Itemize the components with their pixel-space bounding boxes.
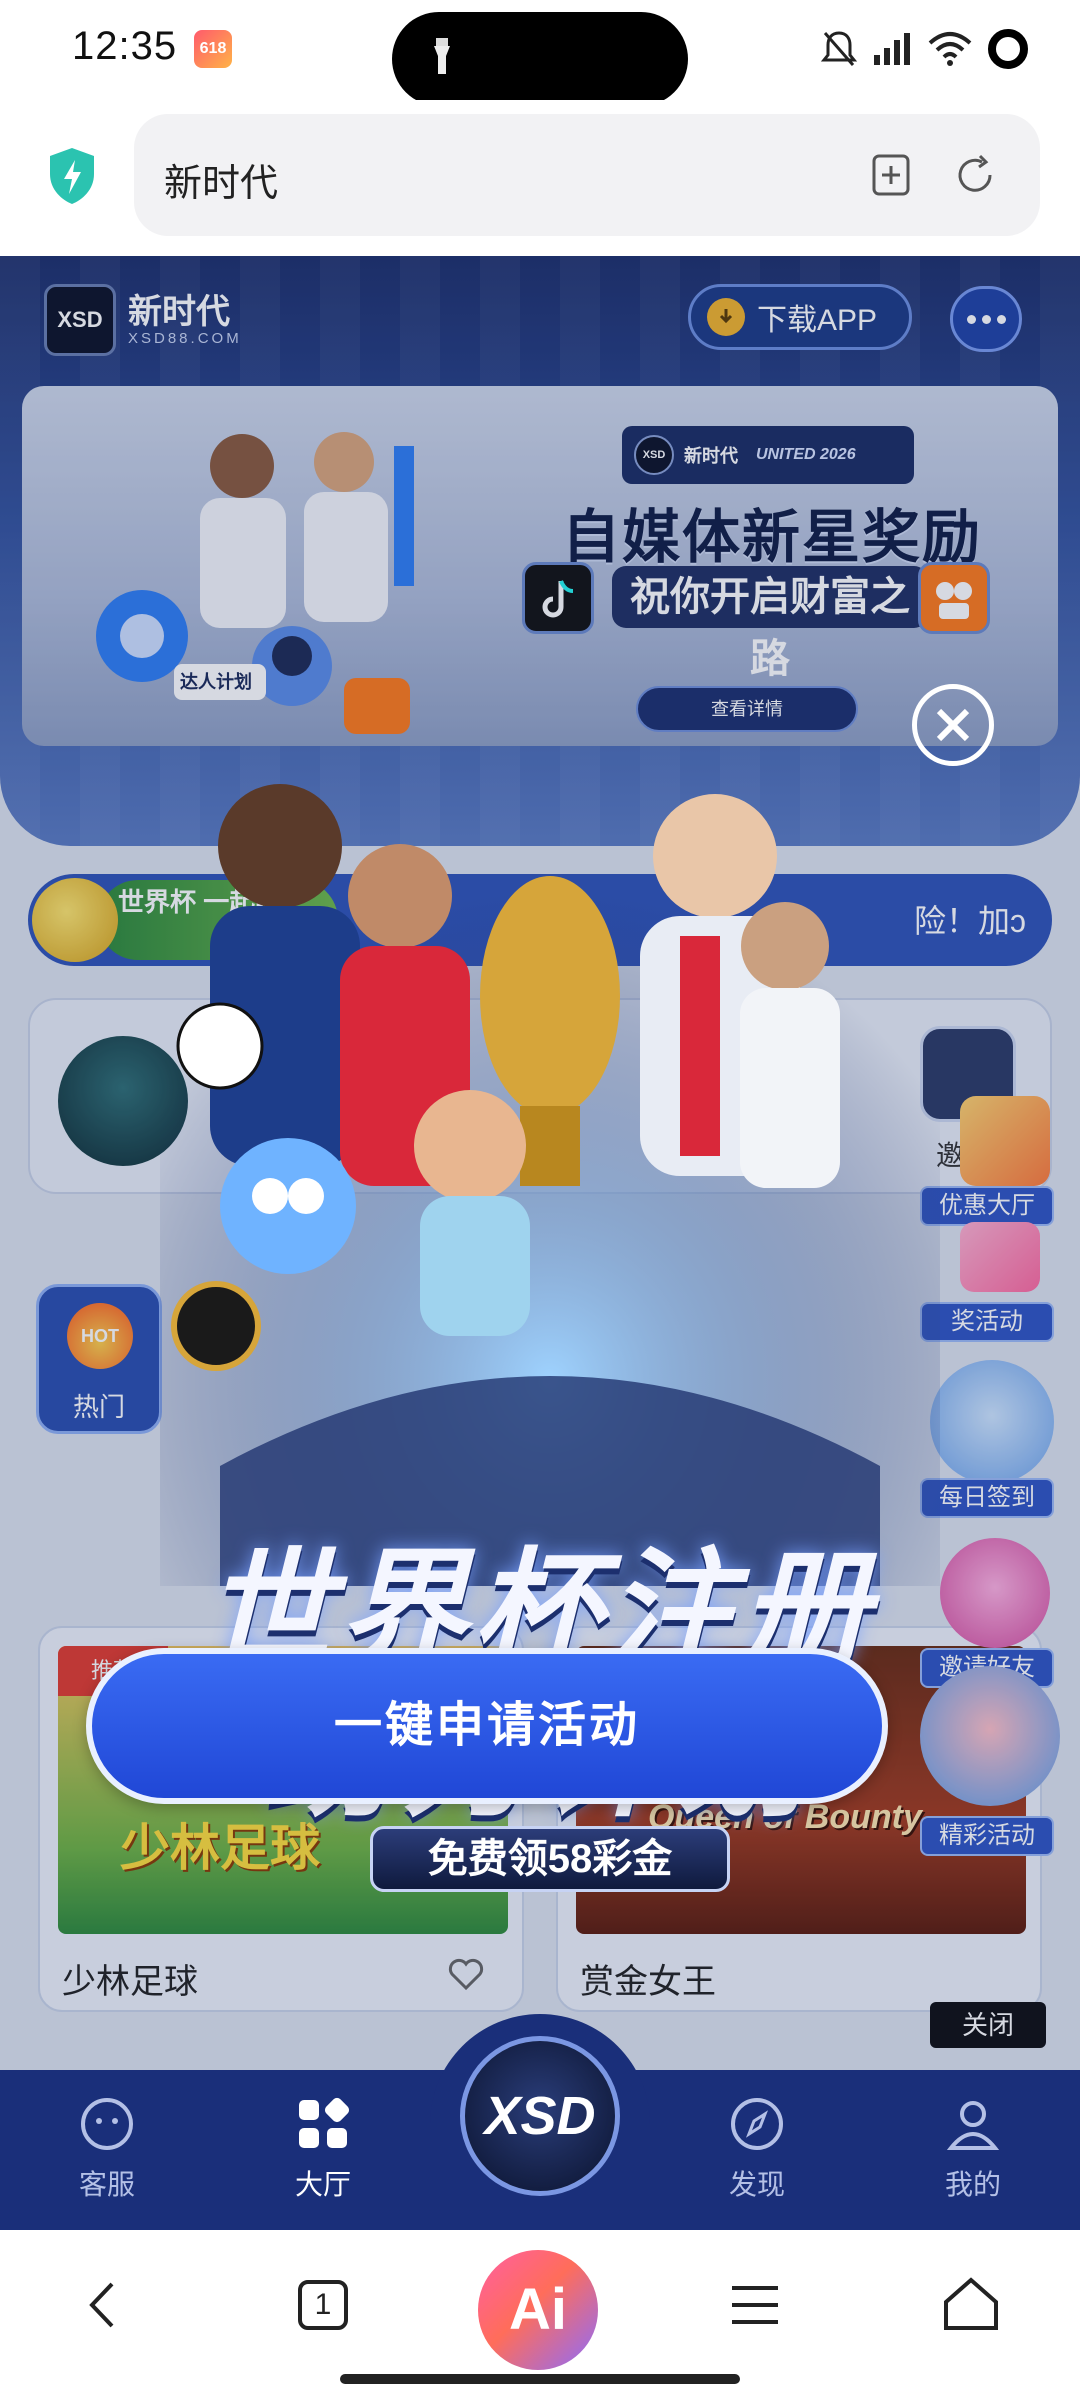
status-time: 12:35: [72, 24, 178, 68]
nav-home-logo[interactable]: XSD: [460, 2036, 620, 2196]
url-field[interactable]: 新时代: [134, 114, 1040, 236]
bell-muted-icon: [820, 31, 858, 66]
refresh-icon[interactable]: [950, 150, 1000, 200]
home-icon[interactable]: [936, 2270, 1006, 2340]
nav-item-label: 我的: [944, 2169, 1001, 2200]
nav-item-label: 大厅: [294, 2169, 351, 2200]
nav-item-support[interactable]: 客服: [32, 2094, 182, 2203]
ai-assistant-button[interactable]: Ai: [478, 2250, 598, 2370]
grid-icon: [299, 2097, 350, 2148]
nav-item-label: 发现: [728, 2169, 785, 2200]
person-icon: [946, 2101, 1000, 2150]
battery-ring-icon: [988, 29, 1028, 69]
nav-item-discover[interactable]: 发现: [682, 2094, 832, 2203]
back-icon[interactable]: [70, 2270, 140, 2340]
compass-icon: [731, 2098, 783, 2150]
signal-icon: [874, 33, 910, 65]
home-indicator[interactable]: [340, 2374, 740, 2384]
close-icon[interactable]: [912, 684, 994, 766]
world-cup-players-illustration: [160, 766, 940, 1586]
site-bottom-nav: XSD 客服 大厅 发现 我的: [0, 2014, 1080, 2230]
url-text: 新时代: [164, 163, 279, 205]
apply-activity-button[interactable]: 一键申请活动: [86, 1648, 888, 1804]
nav-item-label: 客服: [78, 2169, 135, 2200]
wifi-icon: [928, 32, 972, 66]
smiley-chat-icon: [81, 2098, 133, 2150]
add-bookmark-icon[interactable]: [866, 150, 916, 200]
menu-icon[interactable]: [720, 2270, 790, 2340]
tab-count: 1: [314, 2288, 332, 2321]
nav-item-lobby[interactable]: 大厅: [248, 2094, 398, 2203]
status-icons: [820, 26, 1030, 72]
browser-address-bar: 新时代: [0, 100, 1080, 256]
web-content: XSD 新时代 XSD88.COM 下载APP 达人计划 XSD 新时代 UNI…: [0, 256, 1080, 2230]
shopping-app-icon: 618: [194, 30, 232, 68]
popup-subtitle: 免费领58彩金: [370, 1826, 730, 1892]
tabs-button[interactable]: 1: [288, 2270, 358, 2340]
flashlight-icon: [434, 38, 450, 74]
status-bar: 12:35 618: [0, 0, 1080, 106]
security-shield-icon[interactable]: [46, 146, 98, 206]
nav-item-profile[interactable]: 我的: [898, 2094, 1048, 2203]
